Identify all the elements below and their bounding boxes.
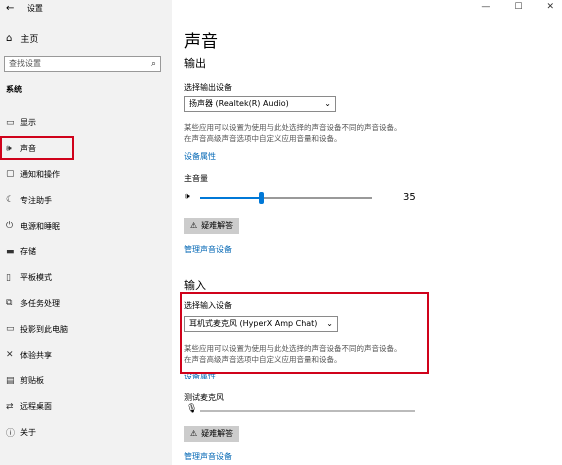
window-controls: — ☐ ✕ <box>481 2 554 12</box>
output-desc-line1: 某些应用可以设置为使用与此处选择的声音设备不同的声音设备。 <box>184 123 402 132</box>
projector-icon: ▭ <box>6 324 15 335</box>
sidebar-item-about[interactable]: ⓘ 关于 <box>0 420 172 446</box>
storage-icon: ▬ <box>6 246 15 257</box>
output-troubleshoot-button[interactable]: ⚠ 疑难解答 <box>184 218 240 234</box>
troubleshoot-label: 疑难解答 <box>201 221 234 230</box>
warning-icon: ⚠ <box>190 221 198 230</box>
output-description: 某些应用可以设置为使用与此处选择的声音设备不同的声音设备。 在声音高级声音选项中… <box>184 122 402 144</box>
highlight-box-sound <box>0 136 74 160</box>
sidebar-item-label: 关于 <box>20 427 36 437</box>
back-arrow-icon[interactable]: ← <box>6 3 14 14</box>
search-input[interactable]: 查找设置 ⌕ <box>4 56 161 72</box>
home-label: 主页 <box>20 35 39 45</box>
volume-slider-fill <box>200 197 260 199</box>
moon-icon: ☾ <box>6 195 15 206</box>
search-icon[interactable]: ⌕ <box>151 57 156 71</box>
home-icon: ⌂ <box>6 33 13 44</box>
window-title: 设置 <box>26 4 43 13</box>
sidebar-item-label: 电源和睡眠 <box>20 221 60 231</box>
sidebar-item-tablet[interactable]: ▯ 平板模式 <box>0 265 172 291</box>
share-icon: ✕ <box>6 350 14 361</box>
sidebar-item-clipboard[interactable]: ▤ 剪贴板 <box>0 368 172 394</box>
power-icon: ⏻ <box>6 221 14 232</box>
search-placeholder: 查找设置 <box>9 59 41 68</box>
minimize-icon[interactable]: — <box>481 2 490 12</box>
section-title: 系统 <box>6 85 22 94</box>
sidebar-item-label: 通知和操作 <box>20 169 60 179</box>
titlebar: ← 设置 <box>6 3 43 14</box>
sidebar-item-projecting[interactable]: ▭ 投影到此电脑 <box>0 316 172 342</box>
highlight-box-input <box>180 292 429 374</box>
output-device-value: 扬声器 (Realtek(R) Audio) <box>189 99 289 108</box>
manage-sound-devices-link[interactable]: 管理声音设备 <box>184 244 232 255</box>
page-title: 声音 <box>184 32 218 52</box>
microphone-icon: 🎙 <box>186 404 198 414</box>
sidebar-item-display[interactable]: ▭ 显示 <box>0 110 172 136</box>
maximize-icon[interactable]: ☐ <box>514 2 522 12</box>
mic-level-track <box>200 410 415 412</box>
sidebar-item-label: 存储 <box>20 247 36 257</box>
tablet-icon: ▯ <box>6 272 11 283</box>
output-device-properties-link[interactable]: 设备属性 <box>184 151 216 162</box>
info-icon: ⓘ <box>6 428 16 439</box>
sidebar-item-label: 远程桌面 <box>20 402 52 412</box>
multitask-icon: ⧉ <box>6 298 13 309</box>
troubleshoot-label: 疑难解答 <box>201 429 234 438</box>
sidebar-item-multitasking[interactable]: ⧉ 多任务处理 <box>0 291 172 317</box>
sidebar-item-power[interactable]: ⏻ 电源和睡眠 <box>0 213 172 239</box>
sidebar-item-label: 显示 <box>20 118 36 128</box>
volume-speaker-icon: 🕩 <box>184 192 190 202</box>
output-desc-line2: 在声音高级声音选项中自定义应用音量和设备。 <box>184 134 342 143</box>
volume-value: 35 <box>403 192 416 203</box>
test-microphone-label: 测试麦克风 <box>184 393 224 402</box>
sidebar-item-storage[interactable]: ▬ 存储 <box>0 239 172 265</box>
sidebar-item-focus[interactable]: ☾ 专注助手 <box>0 187 172 213</box>
sidebar-item-remote-desktop[interactable]: ⇄ 远程桌面 <box>0 394 172 420</box>
home-link[interactable]: ⌂ 主页 <box>6 32 38 45</box>
manage-sound-devices-link-input[interactable]: 管理声音设备 <box>184 451 232 462</box>
sidebar-item-label: 专注助手 <box>20 195 52 205</box>
warning-icon: ⚠ <box>190 429 198 438</box>
notification-icon: ▢ <box>6 169 15 180</box>
output-device-dropdown[interactable]: 扬声器 (Realtek(R) Audio) ⌄ <box>184 96 336 112</box>
close-icon[interactable]: ✕ <box>546 2 554 12</box>
sidebar-item-label: 剪贴板 <box>20 376 44 386</box>
sidebar-item-label: 多任务处理 <box>20 298 60 308</box>
remote-icon: ⇄ <box>6 401 14 412</box>
sidebar-item-label: 体验共享 <box>20 350 52 360</box>
clipboard-icon: ▤ <box>6 375 15 386</box>
chevron-down-icon: ⌄ <box>324 99 331 108</box>
sidebar-nav: ▭ 显示 🕪 声音 ▢ 通知和操作 ☾ 专注助手 ⏻ 电源和睡眠 ▬ 存储 ▯ … <box>0 110 172 445</box>
sidebar: ← 设置 ⌂ 主页 查找设置 ⌕ 系统 ▭ 显示 🕪 声音 ▢ 通知和操作 ☾ … <box>0 0 172 465</box>
sidebar-item-notifications[interactable]: ▢ 通知和操作 <box>0 162 172 188</box>
master-volume-label: 主音量 <box>184 174 208 183</box>
output-heading: 输出 <box>184 57 206 70</box>
input-troubleshoot-button[interactable]: ⚠ 疑难解答 <box>184 426 240 442</box>
volume-slider-thumb[interactable] <box>259 192 264 204</box>
input-heading: 输入 <box>184 279 206 292</box>
main-panel: — ☐ ✕ 声音 输出 选择输出设备 扬声器 (Realtek(R) Audio… <box>172 0 562 465</box>
sidebar-item-shared-experiences[interactable]: ✕ 体验共享 <box>0 342 172 368</box>
sidebar-item-label: 平板模式 <box>20 273 52 283</box>
sidebar-item-label: 投影到此电脑 <box>20 324 68 334</box>
output-select-label: 选择输出设备 <box>184 83 232 92</box>
monitor-icon: ▭ <box>6 117 15 128</box>
